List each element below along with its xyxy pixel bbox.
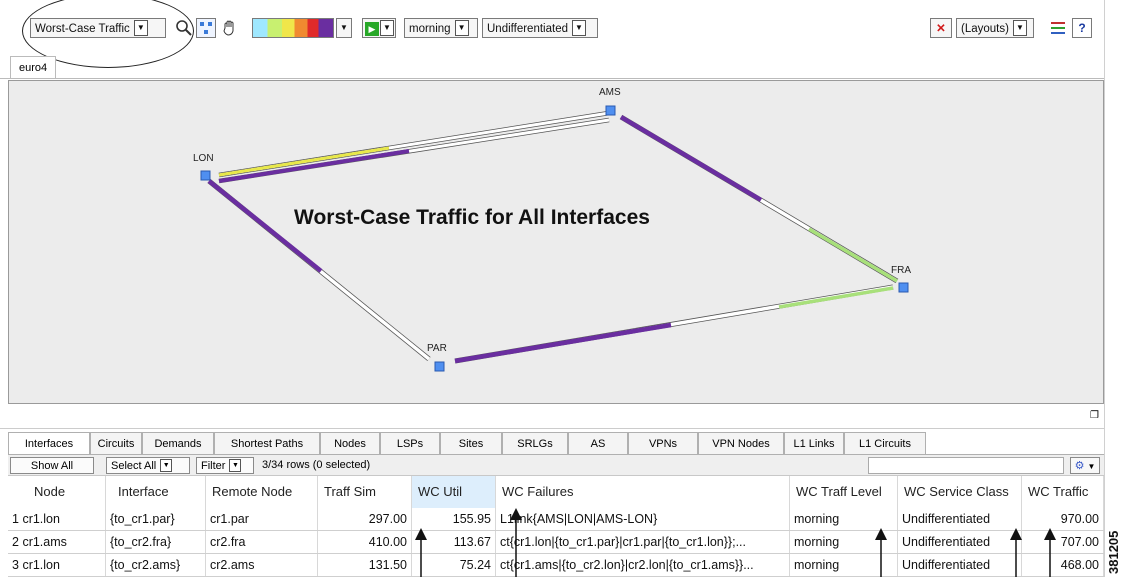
simulation-play-button[interactable]: ▶ ▼ xyxy=(362,18,396,38)
tab-l1-circuits[interactable]: L1 Circuits xyxy=(844,432,926,454)
annotation-arrows xyxy=(415,508,1056,577)
maximize-icon[interactable]: ❐ xyxy=(1090,410,1099,421)
table-settings-button[interactable]: ⚙ ▼ xyxy=(1070,457,1100,474)
node-label-ams: AMS xyxy=(599,87,621,98)
tab-demands[interactable]: Demands xyxy=(142,432,214,454)
interfaces-table: Node Interface Remote Node Traff Sim WC … xyxy=(8,476,1104,577)
link-par-fra[interactable] xyxy=(454,284,894,364)
chevron-down-icon: ▼ xyxy=(380,19,394,36)
traffic-level-value: morning xyxy=(409,23,451,35)
link-ams-fra[interactable] xyxy=(619,114,899,284)
link-lon-ams[interactable] xyxy=(218,110,610,184)
chevron-down-icon: ▼ xyxy=(1087,462,1096,471)
map-annotation-title: Worst-Case Traffic for All Interfaces xyxy=(294,206,650,229)
network-links xyxy=(200,105,909,372)
tab-as[interactable]: AS xyxy=(568,432,628,454)
hand-pan-icon[interactable] xyxy=(220,18,240,38)
chevron-down-icon: ▼ xyxy=(571,19,586,36)
chevron-down-icon: ▼ xyxy=(229,458,242,472)
tab-sites[interactable]: Sites xyxy=(440,432,502,454)
filter-label: Filter xyxy=(201,460,226,472)
tab-l1-links[interactable]: L1 Links xyxy=(784,432,844,454)
tab-divider xyxy=(0,78,1104,79)
service-class-select[interactable]: Undifferentiated ▼ xyxy=(482,18,598,38)
chevron-down-icon: ▼ xyxy=(133,19,148,36)
filter-bar: Show All Select All ▼ Filter ▼ 3/34 rows (… xyxy=(8,454,1104,476)
show-all-button[interactable]: Show All xyxy=(10,457,94,474)
tab-label: euro4 xyxy=(19,62,48,74)
node-label-fra: FRA xyxy=(891,265,911,276)
play-icon: ▶ xyxy=(365,21,379,36)
chevron-down-icon: ▼ xyxy=(340,22,348,32)
gear-icon: ⚙ xyxy=(1074,460,1085,472)
traffic-level-select[interactable]: morning ▼ xyxy=(404,18,478,38)
node-par[interactable] xyxy=(434,361,445,372)
tab-euro4[interactable]: euro4 xyxy=(10,56,57,78)
select-all-dropdown[interactable]: Select All ▼ xyxy=(106,457,190,474)
checklist-icon[interactable] xyxy=(1048,18,1068,38)
tab-vpns[interactable]: VPNs xyxy=(628,432,698,454)
traffic-view-select[interactable]: Worst-Case Traffic ▼ xyxy=(30,18,166,38)
filter-dropdown[interactable]: Filter ▼ xyxy=(196,457,254,474)
filter-search-input[interactable] xyxy=(868,457,1064,474)
node-fra[interactable] xyxy=(898,282,909,293)
row-count: 3/34 rows (0 selected) xyxy=(262,459,371,471)
node-label-par: PAR xyxy=(427,343,447,354)
tab-srlgs[interactable]: SRLGs xyxy=(502,432,568,454)
figure-id: 381205 xyxy=(1106,530,1121,574)
zoom-icon[interactable] xyxy=(174,18,194,38)
tab-circuits[interactable]: Circuits xyxy=(90,432,142,454)
node-lon[interactable] xyxy=(200,170,211,181)
toolbar: Worst-Case Traffic ▼ ▼ ▶ ▼ morning ▼ Undiff… xyxy=(0,0,1104,68)
select-nodes-icon[interactable] xyxy=(196,18,216,38)
tab-shortest-paths[interactable]: Shortest Paths xyxy=(214,432,320,454)
chevron-down-icon: ▼ xyxy=(160,458,173,472)
tab-lsps[interactable]: LSPs xyxy=(380,432,440,454)
help-icon[interactable]: ? xyxy=(1072,18,1092,38)
layouts-select[interactable]: (Layouts) ▼ xyxy=(956,18,1034,38)
traffic-view-value: Worst-Case Traffic xyxy=(35,23,130,35)
legend-dropdown[interactable]: ▼ xyxy=(336,18,352,38)
tab-nodes[interactable]: Nodes xyxy=(320,432,380,454)
chevron-down-icon: ▼ xyxy=(454,19,469,36)
network-map[interactable]: AMS LON FRA PAR Worst-Case Traffic for A… xyxy=(8,80,1104,404)
select-all-label: Select All xyxy=(111,460,157,472)
app-window: Worst-Case Traffic ▼ ▼ ▶ ▼ morning ▼ Undiff… xyxy=(0,0,1105,577)
chevron-down-icon: ▼ xyxy=(1012,19,1027,36)
service-class-value: Undifferentiated xyxy=(487,23,568,35)
tab-interfaces[interactable]: Interfaces xyxy=(8,432,90,455)
node-label-lon: LON xyxy=(193,153,214,164)
color-legend-icon[interactable] xyxy=(252,18,334,38)
layouts-value: (Layouts) xyxy=(961,23,1009,35)
node-ams[interactable] xyxy=(605,105,616,116)
tab-vpn-nodes[interactable]: VPN Nodes xyxy=(698,432,784,454)
close-layout-icon[interactable]: ✕ xyxy=(930,18,952,38)
panel-splitter[interactable] xyxy=(0,404,1104,429)
